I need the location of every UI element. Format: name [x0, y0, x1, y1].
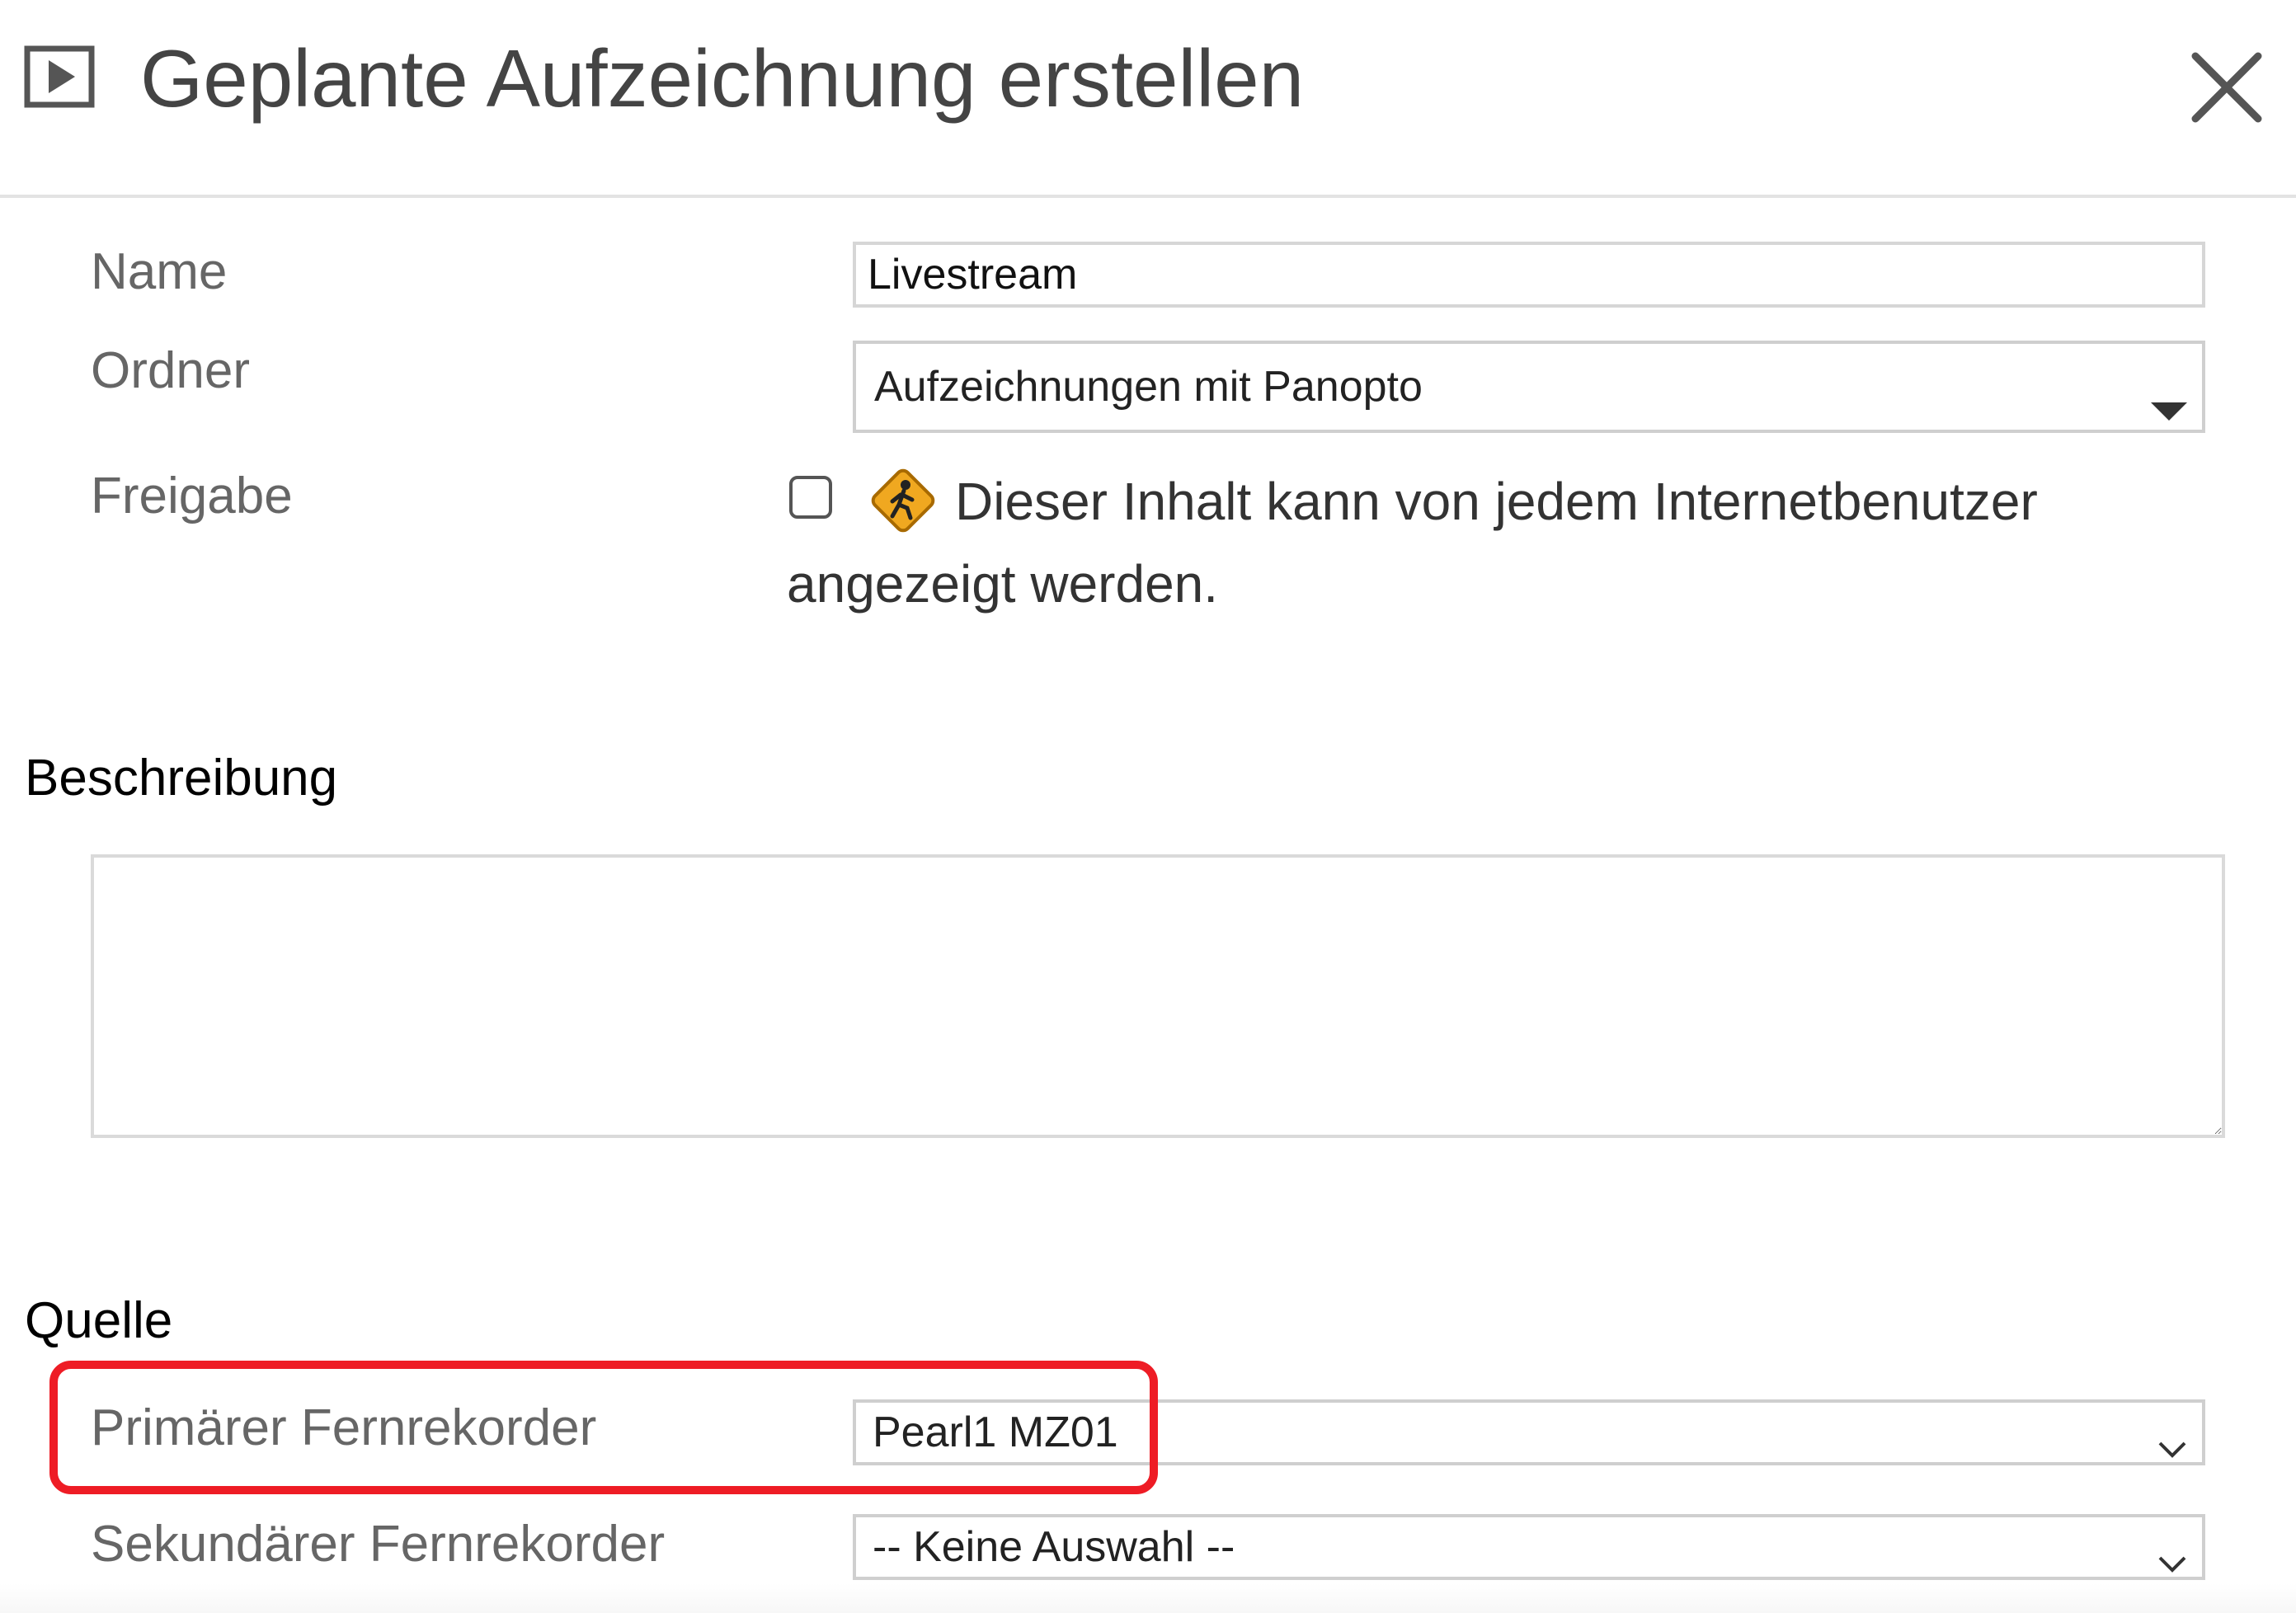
secondary-recorder-label: Sekundärer Fernrekorder [91, 1516, 666, 1573]
header-divider [0, 195, 2296, 198]
chevron-down-icon [2157, 1421, 2187, 1470]
description-textarea[interactable] [91, 854, 2225, 1138]
folder-select[interactable]: Aufzeichnungen mit Panopto [853, 341, 2205, 433]
secondary-recorder-select[interactable]: -- Keine Auswahl -- [853, 1514, 2205, 1580]
source-heading: Quelle [25, 1292, 173, 1349]
secondary-recorder-selected-value: -- Keine Auswahl -- [873, 1523, 1235, 1571]
sharing-description-line2: angezeigt werden. [787, 554, 1219, 614]
chevron-down-icon [2157, 1535, 2187, 1585]
folder-selected-value: Aufzeichnungen mit Panopto [874, 363, 1423, 411]
play-icon [24, 45, 95, 108]
description-heading: Beschreibung [25, 750, 338, 806]
sharing-description-line1: Dieser Inhalt kann von jedem Internetben… [955, 472, 2038, 531]
highlight-frame [49, 1361, 1158, 1494]
folder-label: Ordner [91, 342, 250, 399]
public-pedestrian-icon [868, 465, 939, 536]
name-input[interactable] [853, 242, 2205, 308]
sharing-label: Freigabe [91, 468, 293, 524]
close-icon[interactable] [2187, 48, 2266, 127]
dialog-title: Geplante Aufzeichnung erstellen [140, 33, 1305, 124]
name-label: Name [91, 243, 228, 300]
public-share-checkbox[interactable] [789, 476, 832, 519]
bottom-edge [0, 1583, 2296, 1613]
dropdown-triangle-icon [2151, 382, 2187, 431]
